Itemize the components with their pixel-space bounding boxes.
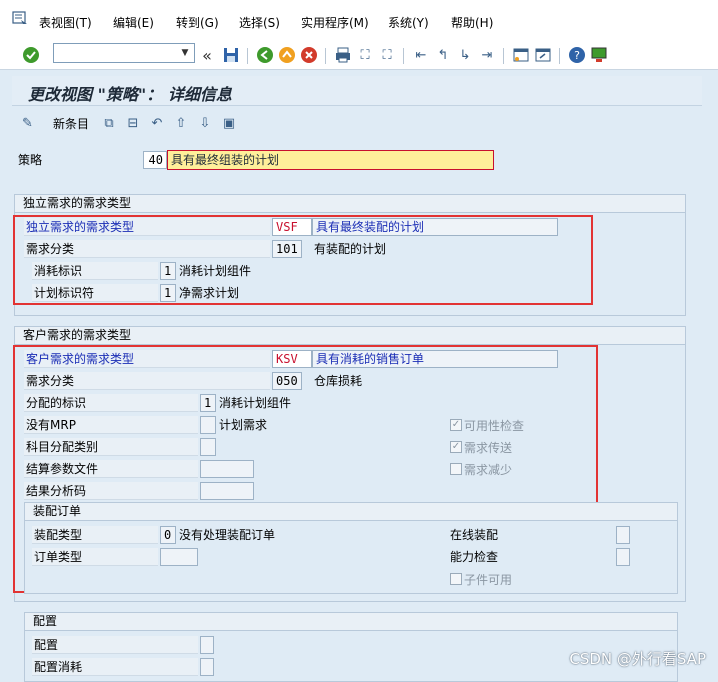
- next-entry-icon[interactable]: ⇩: [196, 114, 214, 132]
- configuration-consumption-input[interactable]: [200, 658, 214, 676]
- indep-planning-description: 净需求计划: [179, 286, 240, 300]
- indep-req-class-description: 有装配的计划: [314, 242, 387, 256]
- menu-help[interactable]: 帮助(H): [451, 14, 493, 31]
- order-type-label: 订单类型: [32, 548, 158, 566]
- configuration-consumption-label: 配置消耗: [32, 658, 198, 676]
- cust-req-class-label: 需求分类: [24, 372, 270, 390]
- group-title: 客户需求的需求类型: [15, 327, 685, 345]
- configuration-input[interactable]: [200, 636, 214, 654]
- indep-req-class-input[interactable]: 101: [272, 240, 302, 258]
- requirements-reduction-label: 需求减少: [464, 463, 513, 477]
- strategy-input[interactable]: 40: [143, 151, 167, 169]
- online-assembly-input[interactable]: [616, 526, 630, 544]
- cust-settlement-profile-input[interactable]: [200, 460, 254, 478]
- configuration-label: 配置: [32, 636, 198, 654]
- command-field[interactable]: ▼: [53, 43, 195, 63]
- menu-table-view[interactable]: 表视图(T): [39, 14, 92, 31]
- page-title: 更改视图 "策略"： 详细信息: [28, 85, 232, 104]
- menu-goto[interactable]: 转到(G): [176, 14, 219, 31]
- capacity-check-label: 能力检查: [450, 550, 499, 564]
- cust-no-mrp-input[interactable]: [200, 416, 216, 434]
- menu-system[interactable]: 系统(Y): [388, 14, 429, 31]
- capacity-check-input[interactable]: [616, 548, 630, 566]
- help-icon[interactable]: ?: [568, 46, 586, 64]
- save-icon[interactable]: [222, 46, 240, 64]
- menu-select[interactable]: 选择(S): [239, 14, 280, 31]
- group-title: 装配订单: [25, 503, 677, 521]
- indep-req-type-description: 具有最终装配的计划: [312, 218, 558, 236]
- cust-results-analysis-input[interactable]: [200, 482, 254, 500]
- new-session-icon[interactable]: [512, 46, 530, 64]
- chevron-down-icon[interactable]: ▼: [178, 46, 192, 60]
- exit-icon[interactable]: [278, 46, 296, 64]
- watermark: CSDN @外行看SAP: [569, 650, 706, 668]
- indep-consumption-label: 消耗标识: [32, 262, 158, 280]
- requirements-reduction-checkbox[interactable]: [450, 463, 462, 475]
- group-title: 配置: [25, 613, 677, 631]
- cust-results-analysis-label: 结果分析码: [24, 482, 198, 500]
- strategy-description-field[interactable]: 具有最终组装的计划: [167, 150, 494, 170]
- assembly-type-input[interactable]: 0: [160, 526, 176, 544]
- indep-req-type-label: 独立需求的需求类型: [24, 218, 270, 236]
- menu-utilities[interactable]: 实用程序(M): [301, 14, 369, 31]
- previous-page-icon[interactable]: ↰: [434, 46, 452, 64]
- copy-icon[interactable]: ⧉: [100, 114, 118, 132]
- system-menu-icon[interactable]: [12, 10, 28, 26]
- last-page-icon[interactable]: ⇥: [478, 46, 496, 64]
- availability-check-checkbox[interactable]: ✓: [450, 419, 462, 431]
- shortcut-icon[interactable]: [534, 46, 552, 64]
- find-next-icon[interactable]: ⛶: [378, 46, 396, 64]
- find-icon[interactable]: ⛶: [356, 46, 374, 64]
- indep-planning-label: 计划标识符: [32, 284, 158, 302]
- application-toolbar: ✎ 新条目 ⧉ ⊟ ↶ ⇧ ⇩ ▣: [12, 110, 702, 138]
- cust-req-class-description: 仓库损耗: [314, 374, 363, 388]
- cust-no-mrp-description: 计划需求: [219, 418, 268, 432]
- cust-allocation-label: 分配的标识: [24, 394, 198, 412]
- enter-icon[interactable]: [22, 46, 40, 64]
- indep-planning-input[interactable]: 1: [160, 284, 176, 302]
- undo-icon[interactable]: ↶: [148, 114, 166, 132]
- component-availability-label: 子件可用: [464, 573, 513, 587]
- requirements-transfer-label: 需求传送: [464, 441, 513, 455]
- first-page-icon[interactable]: ⇤: [412, 46, 430, 64]
- cust-allocation-input[interactable]: 1: [200, 394, 216, 412]
- display-change-icon[interactable]: ✎: [22, 114, 33, 132]
- svg-text:?: ?: [574, 49, 580, 62]
- cust-account-assignment-input[interactable]: [200, 438, 216, 456]
- customize-layout-icon[interactable]: [590, 46, 608, 64]
- cust-account-assignment-label: 科目分配类别: [24, 438, 198, 456]
- previous-entry-icon[interactable]: ⇧: [172, 114, 190, 132]
- cust-req-type-label: 客户需求的需求类型: [24, 350, 270, 368]
- online-assembly-label: 在线装配: [450, 528, 499, 542]
- back-icon[interactable]: [256, 46, 274, 64]
- indep-consumption-description: 消耗计划组件: [179, 264, 252, 278]
- transport-icon[interactable]: ▣: [220, 114, 238, 132]
- title-bar: 更改视图 "策略"： 详细信息: [12, 76, 702, 106]
- collapse-icon[interactable]: «: [198, 46, 216, 65]
- order-type-input[interactable]: [160, 548, 198, 566]
- cust-req-class-input[interactable]: 050: [272, 372, 302, 390]
- delete-icon[interactable]: ⊟: [124, 114, 142, 132]
- menu-bar: 表视图(T) 编辑(E) 转到(G) 选择(S) 实用程序(M) 系统(Y) 帮…: [0, 0, 718, 40]
- cust-allocation-description: 消耗计划组件: [219, 396, 292, 410]
- cust-req-type-input[interactable]: KSV: [272, 350, 312, 368]
- strategy-label: 策略: [18, 153, 43, 167]
- assembly-type-description: 没有处理装配订单: [179, 528, 276, 542]
- next-page-icon[interactable]: ↳: [456, 46, 474, 64]
- availability-check-label: 可用性检查: [464, 419, 525, 433]
- assembly-type-label: 装配类型: [32, 526, 158, 544]
- print-icon[interactable]: [334, 46, 352, 64]
- group-title: 独立需求的需求类型: [15, 195, 685, 213]
- new-entries-button[interactable]: 新条目: [53, 115, 89, 133]
- cust-no-mrp-label: 没有MRP: [24, 416, 198, 434]
- cancel-icon[interactable]: [300, 46, 318, 64]
- component-availability-checkbox[interactable]: [450, 573, 462, 585]
- indep-consumption-input[interactable]: 1: [160, 262, 176, 280]
- indep-req-class-label: 需求分类: [24, 240, 270, 258]
- cust-settlement-profile-label: 结算参数文件: [24, 460, 198, 478]
- indep-req-type-input[interactable]: VSF: [272, 218, 312, 236]
- cust-req-type-description: 具有消耗的销售订单: [312, 350, 558, 368]
- menu-edit[interactable]: 编辑(E): [113, 14, 154, 31]
- requirements-transfer-checkbox[interactable]: ✓: [450, 441, 462, 453]
